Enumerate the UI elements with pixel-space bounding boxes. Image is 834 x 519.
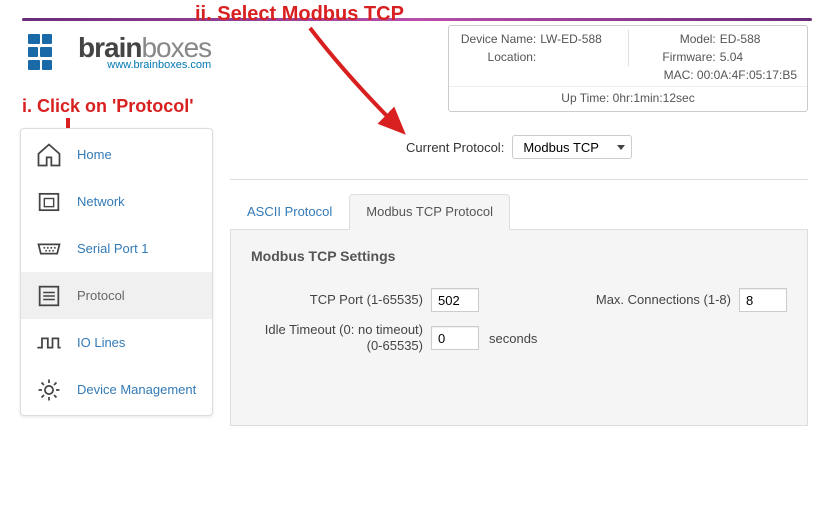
gear-icon [35, 376, 63, 404]
tcp-port-input[interactable] [431, 288, 479, 312]
section-divider [230, 179, 808, 180]
tab-ascii-protocol[interactable]: ASCII Protocol [230, 194, 349, 229]
max-connections-input[interactable] [739, 288, 787, 312]
current-protocol-value: Modbus TCP [523, 140, 599, 155]
home-icon [35, 141, 63, 169]
mac-value: 00:0A:4F:05:17:B5 [697, 68, 797, 82]
idle-timeout-label: Idle Timeout (0: no timeout) (0-65535) [251, 322, 431, 355]
model-label: Model: [639, 32, 720, 46]
protocol-icon [35, 282, 63, 310]
sidebar-item-label: Device Management [77, 382, 196, 397]
idle-timeout-input[interactable] [431, 326, 479, 350]
modbus-settings-panel: Modbus TCP Settings TCP Port (1-65535) M… [230, 230, 808, 426]
annotation-step-ii: ii. Select Modbus TCP [195, 3, 404, 26]
io-lines-icon [35, 329, 63, 357]
sidebar-item-label: Home [77, 147, 112, 162]
device-name-value: LW-ED-588 [540, 32, 617, 46]
uptime-label: Up Time: [561, 91, 609, 105]
main-content: Current Protocol: Modbus TCP ASCII Proto… [230, 135, 808, 426]
logo-brain: brain [78, 32, 141, 63]
max-connections-label: Max. Connections (1-8) [574, 292, 739, 308]
serial-port-icon [35, 235, 63, 263]
tab-modbus-tcp-protocol[interactable]: Modbus TCP Protocol [349, 194, 510, 230]
sidebar-item-label: IO Lines [77, 335, 125, 350]
sidebar-item-serial-port-1[interactable]: Serial Port 1 [21, 225, 212, 272]
settings-heading: Modbus TCP Settings [251, 248, 787, 264]
firmware-value: 5.04 [720, 50, 797, 64]
current-protocol-select[interactable]: Modbus TCP [512, 135, 632, 159]
idle-timeout-suffix: seconds [489, 331, 537, 346]
sidebar-item-home[interactable]: Home [21, 131, 212, 178]
brainboxes-logo-icon [28, 30, 72, 74]
sidebar-item-label: Protocol [77, 288, 125, 303]
chevron-down-icon [617, 145, 625, 150]
device-info-box: Device Name: LW-ED-588 Location: Model: … [448, 25, 808, 112]
sidebar-item-network[interactable]: Network [21, 178, 212, 225]
protocol-tabs: ASCII Protocol Modbus TCP Protocol [230, 194, 808, 230]
device-name-label: Device Name: [459, 32, 540, 46]
ethernet-icon [35, 188, 63, 216]
logo-boxes: boxes [141, 32, 211, 63]
brand-logo: brainboxes www.brainboxes.com [28, 30, 211, 74]
location-value [540, 50, 617, 64]
model-value: ED-588 [720, 32, 797, 46]
uptime-value: 0hr:1min:12sec [613, 91, 695, 105]
sidebar-item-device-management[interactable]: Device Management [21, 366, 212, 413]
location-label: Location: [459, 50, 540, 64]
sidebar-nav: Home Network Serial Port 1 Protocol IO L… [20, 128, 213, 416]
annotation-step-i: i. Click on 'Protocol' [22, 96, 194, 117]
top-accent-bar [22, 18, 812, 21]
tcp-port-label: TCP Port (1-65535) [251, 292, 431, 308]
sidebar-item-label: Serial Port 1 [77, 241, 149, 256]
mac-label: MAC: [664, 68, 694, 82]
sidebar-item-io-lines[interactable]: IO Lines [21, 319, 212, 366]
sidebar-item-label: Network [77, 194, 125, 209]
sidebar-item-protocol[interactable]: Protocol [21, 272, 212, 319]
current-protocol-label: Current Protocol: [406, 140, 504, 155]
firmware-label: Firmware: [639, 50, 720, 64]
